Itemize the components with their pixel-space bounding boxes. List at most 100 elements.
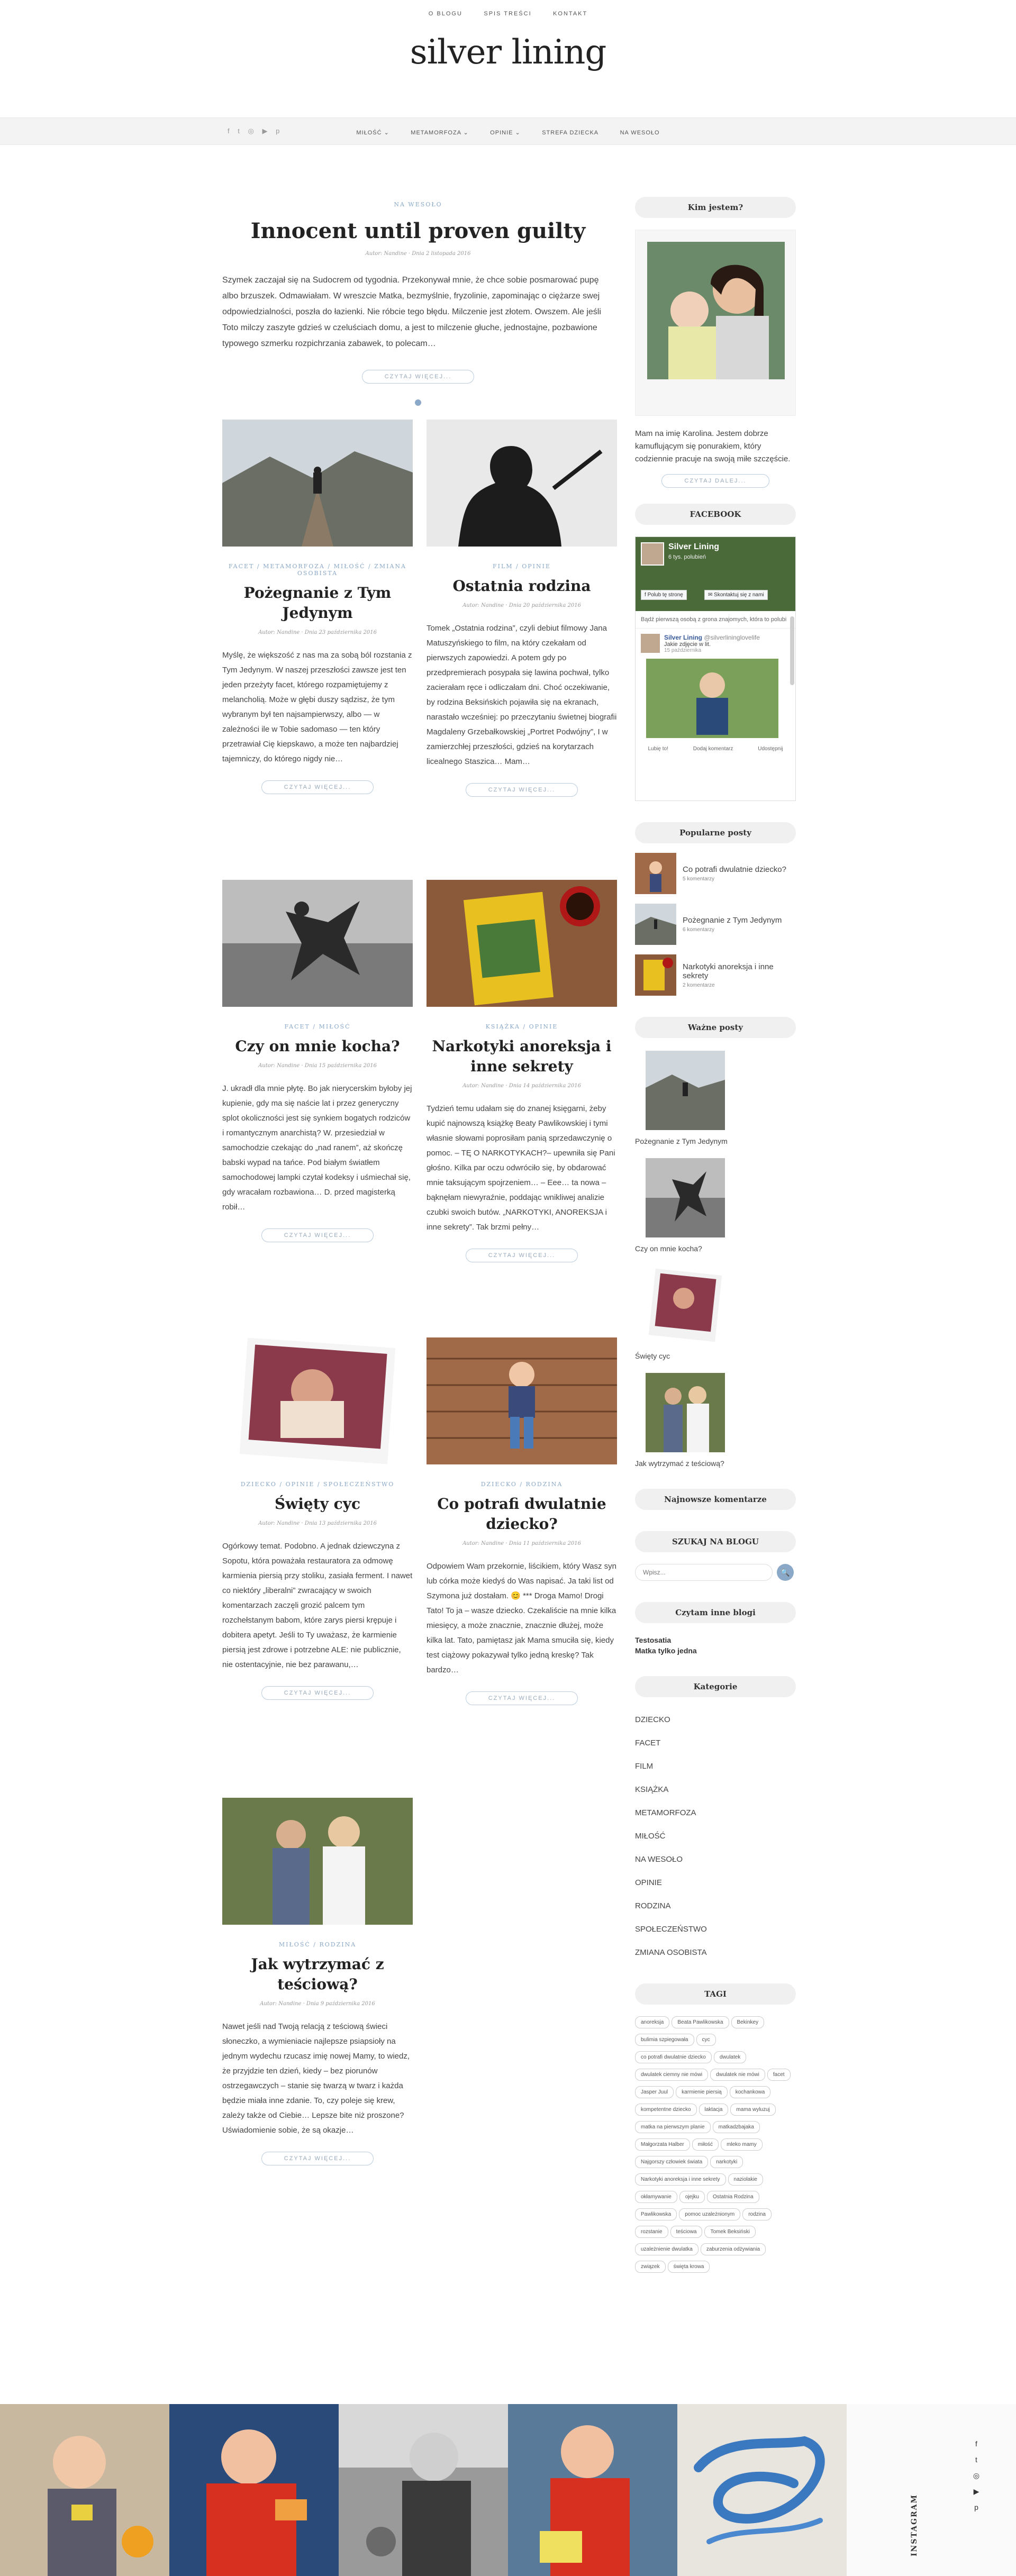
list-item[interactable]: Święty cyc xyxy=(635,1266,796,1360)
category-link[interactable]: FACET xyxy=(635,1738,796,1747)
tag-link[interactable]: uzależnienie dwulatka xyxy=(635,2243,698,2255)
category-link[interactable]: METAMORFOZA xyxy=(635,1808,796,1817)
list-item[interactable]: Co potrafi dwulatnie dziecko? 5 komentarz… xyxy=(635,853,796,894)
instagram-photo[interactable] xyxy=(677,2404,847,2576)
read-more-button[interactable]: CZYTAJ WIĘCEJ... xyxy=(465,783,578,797)
post-image[interactable] xyxy=(222,880,413,1007)
search-icon[interactable]: 🔍 xyxy=(777,1564,794,1581)
instagram-photo[interactable] xyxy=(169,2404,339,2576)
read-more-button[interactable]: CZYTAJ WIĘCEJ... xyxy=(361,370,475,384)
list-item[interactable]: Narkotyki anoreksja i inne sekrety 2 kome… xyxy=(635,954,796,996)
post-title[interactable]: Czy on mnie kocha? xyxy=(222,1036,413,1057)
post-image[interactable] xyxy=(222,420,413,547)
tag-link[interactable]: Jasper Juul xyxy=(635,2086,674,2098)
menu-item-strefa-dziecka[interactable]: STREFA DZIECKA xyxy=(542,130,598,136)
post-image[interactable] xyxy=(427,1337,617,1464)
category-link[interactable]: KSIĄŻKA xyxy=(635,1785,796,1794)
tag-link[interactable]: Tomek Beksiński xyxy=(704,2226,756,2238)
list-item[interactable]: Jak wytrzymać z teściową? xyxy=(635,1373,796,1468)
menu-item-milosc[interactable]: MIŁOŚĆ ⌄ xyxy=(356,129,389,136)
category-link[interactable]: MIŁOŚĆ xyxy=(635,1832,796,1841)
post-title[interactable]: Co potrafi dwulatnie dziecko? xyxy=(683,865,786,874)
post-category[interactable]: FACET / MIŁOŚĆ xyxy=(222,1023,413,1030)
post-author[interactable]: Silver Lining @silverlininglovelife xyxy=(664,634,760,641)
category-link[interactable]: NA WESOŁO xyxy=(635,1855,796,1864)
tag-link[interactable]: mama wyluzuj xyxy=(730,2104,776,2116)
post-image[interactable] xyxy=(427,880,617,1007)
post-category[interactable]: NA WESOŁO xyxy=(222,201,614,208)
menu-item-metamorfoza[interactable]: METAMORFOZA ⌄ xyxy=(411,129,468,136)
tag-link[interactable]: zaburzenia odżywiania xyxy=(700,2243,766,2255)
tag-link[interactable]: karmienie piersią xyxy=(676,2086,728,2098)
post-category[interactable]: KSIĄŻKA / OPINIE xyxy=(427,1023,617,1030)
like-action[interactable]: Lubię to! xyxy=(648,746,668,752)
post-image[interactable] xyxy=(222,1798,413,1925)
read-more-button[interactable]: CZYTAJ WIĘCEJ... xyxy=(261,780,374,794)
tag-link[interactable]: narkotyki xyxy=(710,2156,743,2168)
tag-link[interactable]: miłość xyxy=(692,2138,719,2151)
nav-link-spis-tresci[interactable]: SPIS TREŚCI xyxy=(484,11,531,17)
tag-link[interactable]: anoreksja xyxy=(635,2016,670,2028)
post-category[interactable]: FACET / METAMORFOZA / MIŁOŚĆ / ZMIANA OS… xyxy=(222,563,413,577)
tag-link[interactable]: dwulatek nie mówi xyxy=(710,2069,765,2081)
instagram-icon[interactable]: ◎ xyxy=(971,2468,982,2483)
category-link[interactable]: OPINIE xyxy=(635,1878,796,1887)
tag-link[interactable]: cyc xyxy=(696,2034,716,2046)
tag-link[interactable]: dwulatek xyxy=(713,2051,747,2063)
facebook-icon[interactable]: f xyxy=(971,2436,982,2452)
tag-link[interactable]: mleko mamy xyxy=(721,2138,763,2151)
post-category[interactable]: MIŁOŚĆ / RODZINA xyxy=(222,1941,413,1948)
tag-link[interactable]: teściowa xyxy=(670,2226,703,2238)
instagram-label[interactable]: INSTAGRAM xyxy=(910,2494,919,2556)
instagram-photo[interactable] xyxy=(339,2404,508,2576)
post-title[interactable]: Czy on mnie kocha? xyxy=(635,1244,796,1253)
comment-action[interactable]: Dodaj komentarz xyxy=(693,746,733,752)
post-title[interactable]: Narkotyki anoreksja i inne sekrety xyxy=(427,1036,617,1077)
post-category[interactable]: DZIECKO / OPINIE / SPOŁECZEŃSTWO xyxy=(222,1481,413,1488)
facebook-post-image[interactable] xyxy=(646,659,778,738)
nav-link-o-blogu[interactable]: O BLOGU xyxy=(429,11,462,17)
twitter-icon[interactable]: t xyxy=(971,2452,982,2468)
post-title[interactable]: Co potrafi dwulatnie dziecko? xyxy=(427,1494,617,1534)
category-link[interactable]: SPOŁECZEŃSTWO xyxy=(635,1925,796,1934)
read-more-button[interactable]: CZYTAJ WIĘCEJ... xyxy=(465,1249,578,1262)
tag-link[interactable]: bulimia szpiegowała xyxy=(635,2034,694,2046)
tag-link[interactable]: pomoc uzależnionym xyxy=(679,2208,741,2220)
read-more-button[interactable]: CZYTAJ WIĘCEJ... xyxy=(261,1686,374,1700)
tag-link[interactable]: matka na pierwszym planie xyxy=(635,2121,711,2133)
post-title[interactable]: Narkotyki anoreksja i inne sekrety xyxy=(683,962,796,980)
list-item[interactable]: Pożegnanie z Tym Jedynym 6 komentarzy xyxy=(635,904,796,945)
tag-link[interactable]: Bekinkey xyxy=(731,2016,765,2028)
tag-link[interactable]: Małgorzata Halber xyxy=(635,2138,690,2151)
tag-link[interactable]: Ostatnia Rodzina xyxy=(706,2191,759,2203)
post-title[interactable]: Innocent until proven guilty xyxy=(222,219,614,243)
tag-link[interactable]: rodzina xyxy=(742,2208,772,2220)
page-name[interactable]: Silver Lining xyxy=(668,542,719,552)
instagram-photo[interactable] xyxy=(508,2404,677,2576)
tag-link[interactable]: ojejku xyxy=(679,2191,705,2203)
tag-link[interactable]: związek xyxy=(635,2261,666,2273)
tag-link[interactable]: kompetentne dziecko xyxy=(635,2104,697,2116)
menu-item-na-wesolo[interactable]: NA WESOŁO xyxy=(620,130,660,136)
menu-item-opinie[interactable]: OPINIE ⌄ xyxy=(490,129,521,136)
post-image[interactable] xyxy=(427,420,617,547)
blogroll-link[interactable]: Testosatia xyxy=(635,1636,796,1644)
tag-link[interactable]: naziolakie xyxy=(728,2173,763,2186)
like-page-button[interactable]: f Polub tę stronę xyxy=(641,590,687,600)
instagram-photo[interactable] xyxy=(0,2404,169,2576)
post-category[interactable]: FILM / OPINIE xyxy=(427,563,617,570)
tag-link[interactable]: święta krowa xyxy=(667,2261,710,2273)
slider-dot[interactable] xyxy=(415,399,421,406)
category-link[interactable]: DZIECKO xyxy=(635,1715,796,1724)
post-title[interactable]: Święty cyc xyxy=(222,1494,413,1514)
tag-link[interactable]: matkadzbajaka xyxy=(712,2121,760,2133)
nav-link-kontakt[interactable]: KONTAKT xyxy=(553,11,587,17)
share-action[interactable]: Udostępnij xyxy=(758,746,783,752)
list-item[interactable]: Czy on mnie kocha? xyxy=(635,1158,796,1253)
read-more-button[interactable]: CZYTAJ WIĘCEJ... xyxy=(261,1228,374,1242)
read-more-button[interactable]: CZYTAJ WIĘCEJ... xyxy=(465,1691,578,1705)
category-link[interactable]: ZMIANA OSOBISTA xyxy=(635,1948,796,1957)
tag-link[interactable]: kochankowa xyxy=(729,2086,771,2098)
blogroll-link[interactable]: Matka tylko jedna xyxy=(635,1646,796,1655)
tag-link[interactable]: Pawlikowska xyxy=(635,2208,677,2220)
